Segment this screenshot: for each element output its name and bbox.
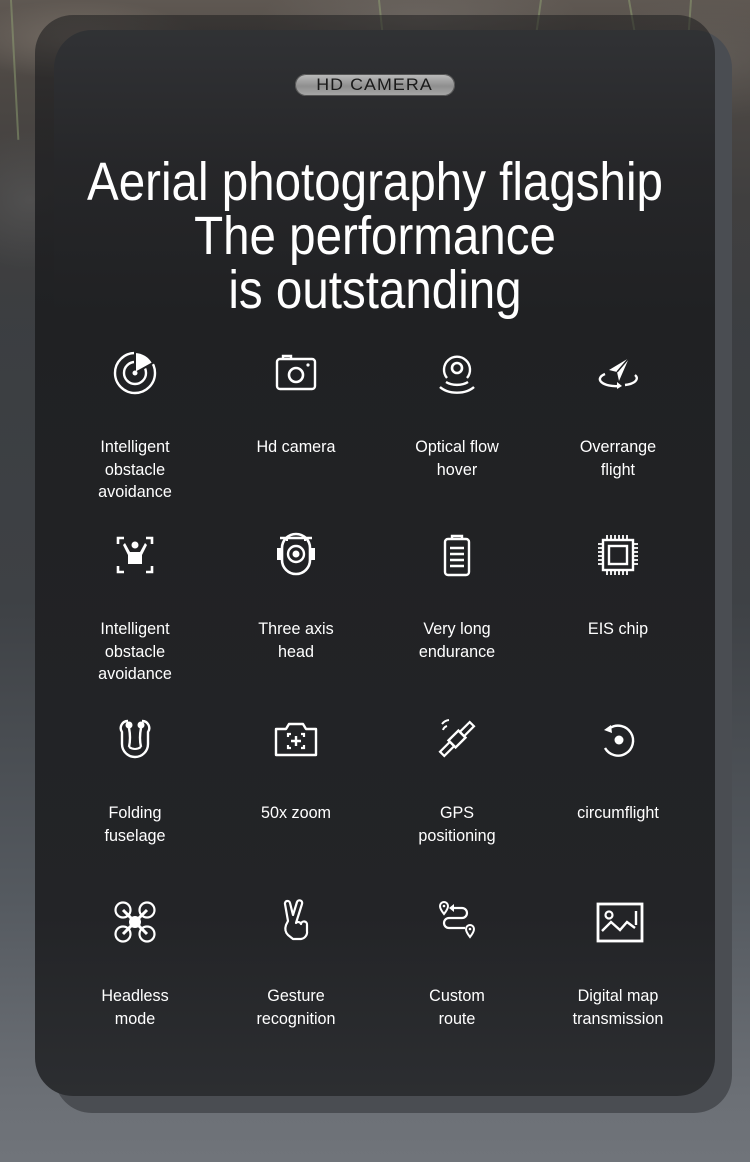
- feature-item: Headless mode: [54, 897, 216, 1030]
- person-scan-icon: [116, 536, 154, 574]
- drone-icon: [114, 901, 156, 943]
- feature-item: Intelligent obstacle avoidance: [54, 348, 216, 504]
- feature-item: Folding fuselage: [54, 714, 216, 847]
- feature-item: Gesture recognition: [215, 897, 377, 1030]
- feature-label: Headless mode: [101, 986, 169, 1028]
- feature-label: Very long endurance: [418, 619, 496, 661]
- folding-drone-icon: [119, 719, 151, 759]
- chip-icon: [598, 535, 638, 575]
- feature-label: 50x zoom: [260, 803, 332, 822]
- feature-label: Folding fuselage: [104, 803, 166, 845]
- radar-icon: [113, 350, 157, 395]
- feature-label: Optical flow hover: [415, 437, 499, 479]
- feature-item: Digital map transmission: [537, 897, 699, 1030]
- zoom-camera-icon: [274, 722, 318, 757]
- feature-label: Custom route: [429, 986, 485, 1028]
- feature-item: 50x zoom: [215, 714, 377, 825]
- feature-label: GPS positioning: [418, 803, 496, 845]
- feature-label: circumflight: [577, 803, 659, 822]
- feature-label: Hd camera: [256, 437, 336, 456]
- feature-label: Intelligent obstacle avoidance: [98, 437, 172, 501]
- optical-flow-icon: [439, 355, 475, 394]
- feature-item: Intelligent obstacle avoidance: [54, 530, 216, 686]
- feature-item: GPS positioning: [376, 714, 538, 847]
- feature-grid: Intelligentobstacleavoidance Hd camera: [35, 15, 715, 1096]
- camera-icon: [275, 354, 317, 391]
- feature-item: Optical flow hover: [376, 348, 538, 481]
- feature-label: Intelligent obstacle avoidance: [98, 619, 172, 683]
- feature-label: Three axis head: [258, 619, 334, 661]
- feature-item: Three axis head: [215, 530, 377, 663]
- paper-plane-orbit-icon: [598, 357, 638, 389]
- feature-item: Hd camera: [215, 348, 377, 459]
- gimbal-camera-icon: [277, 532, 315, 576]
- route-icon: [438, 900, 476, 939]
- feature-item: Overrange flight: [537, 348, 699, 481]
- feature-item: Custom route: [376, 897, 538, 1030]
- battery-icon: [443, 534, 471, 577]
- feature-label: Gesture recognition: [256, 986, 336, 1028]
- feature-card: HD CAMERA Aerial photography flagship Th…: [35, 15, 715, 1096]
- victory-hand-icon: [283, 899, 309, 941]
- feature-label: Overrange flight: [579, 437, 657, 479]
- circle-arrow-icon: [603, 724, 635, 757]
- feature-label: Digital map transmission: [572, 986, 664, 1028]
- image-icon: [596, 902, 644, 943]
- satellite-icon: [438, 719, 476, 758]
- feature-item: Very long endurance: [376, 530, 538, 663]
- feature-item: EIS chip: [537, 530, 699, 641]
- feature-item: circumflight: [537, 714, 699, 825]
- feature-label: EIS chip: [587, 619, 649, 638]
